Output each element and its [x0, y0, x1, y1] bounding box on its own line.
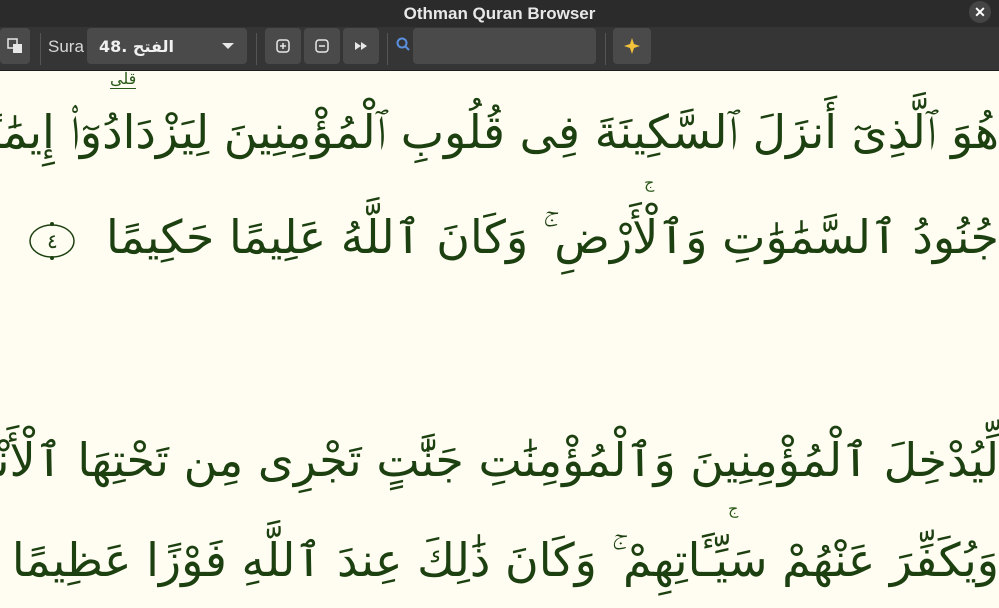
close-button[interactable]: ✕	[969, 1, 991, 23]
toolbar: Sura 48. الفتح	[0, 27, 999, 71]
ayah-number: ٤	[27, 221, 77, 261]
search-input[interactable]	[413, 28, 596, 64]
sura-select-value: 48. الفتح	[99, 36, 174, 56]
verse-line: وَيُكَفِّرَ عَنْهُمْ سَيِّـَٔاتِهِمْ ۚ و…	[0, 537, 999, 584]
highlight-button[interactable]	[613, 28, 651, 64]
verse-line: هُوَ ٱلَّذِىٓ أَنزَلَ ٱلسَّكِينَةَ فِى ق…	[0, 105, 999, 159]
fast-forward-button[interactable]	[343, 28, 379, 64]
title-bar: Othman Quran Browser ✕	[0, 0, 999, 27]
pause-mark: ج	[644, 173, 655, 192]
chevron-down-icon	[222, 43, 234, 49]
toolbar-separator	[387, 33, 388, 65]
verse-line-text: جُنُودُ ٱلسَّمَٰوَٰتِ وَٱلْأَرْضِ ۚ وَكَ…	[106, 210, 999, 264]
quran-text-area: قلى هُوَ ٱلَّذِىٓ أَنزَلَ ٱلسَّكِينَةَ ف…	[0, 71, 999, 608]
pause-mark: ج	[728, 499, 739, 518]
zoom-out-button[interactable]	[304, 28, 340, 64]
verse-line: جُنُودُ ٱلسَّمَٰوَٰتِ وَٱلْأَرْضِ ۚ وَكَ…	[27, 214, 999, 261]
zoom-in-button[interactable]	[265, 28, 301, 64]
sura-select[interactable]: 48. الفتح	[87, 28, 247, 64]
toolbar-separator	[605, 33, 606, 65]
ayah-number-text: ٤	[47, 229, 58, 253]
close-icon: ✕	[974, 4, 986, 20]
search-icon	[396, 37, 410, 51]
copy-icon	[7, 38, 22, 53]
copy-button[interactable]	[0, 28, 30, 64]
fast-forward-icon	[355, 42, 367, 50]
sparkle-icon	[624, 38, 640, 54]
toolbar-separator	[256, 33, 257, 65]
zoom-in-icon	[276, 39, 290, 53]
zoom-out-icon	[315, 39, 329, 53]
sura-label: Sura	[48, 37, 84, 56]
verse-line-text: وَيُكَفِّرَ عَنْهُمْ سَيِّـَٔاتِهِمْ ۚ و…	[11, 533, 999, 587]
window-title: Othman Quran Browser	[403, 3, 596, 23]
pause-mark: قلى	[110, 71, 137, 89]
verse-line: لِّيُدْخِلَ ٱلْمُؤْمِنِينَ وَٱلْمُؤْمِنَ…	[0, 433, 999, 487]
toolbar-separator	[40, 33, 41, 65]
